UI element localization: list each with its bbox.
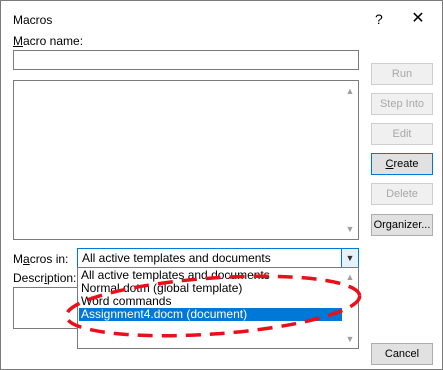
red-dashed-ellipse (64, 274, 362, 338)
annotation-ellipse (64, 274, 362, 338)
